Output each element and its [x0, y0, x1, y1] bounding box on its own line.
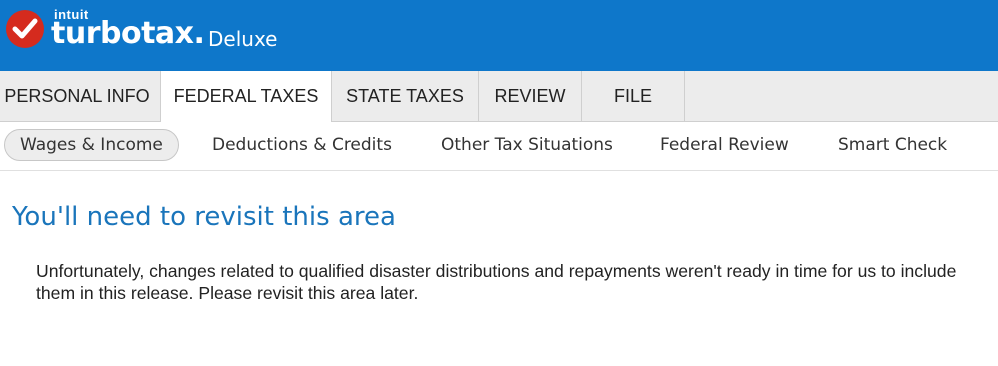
- subtab-wages-income[interactable]: Wages & Income: [4, 129, 179, 161]
- turbotax-logo-text: turbotax.: [51, 16, 205, 51]
- tab-personal-info[interactable]: PERSONAL INFO: [0, 71, 161, 121]
- app-header: intuit turbotax. Deluxe: [0, 0, 998, 71]
- tab-state-taxes[interactable]: STATE TAXES: [332, 71, 479, 121]
- tab-federal-taxes[interactable]: FEDERAL TAXES: [161, 71, 332, 122]
- page-title: You'll need to revisit this area: [12, 202, 396, 232]
- tab-file[interactable]: FILE: [582, 71, 685, 121]
- sub-navigation: Wages & Income Deductions & Credits Othe…: [0, 122, 998, 171]
- subtab-deductions-credits[interactable]: Deductions & Credits: [212, 129, 392, 161]
- info-message: Unfortunately, changes related to qualif…: [36, 261, 957, 303]
- subtab-smart-check[interactable]: Smart Check: [838, 129, 947, 161]
- product-edition: Deluxe: [208, 27, 278, 51]
- turbotax-check-logo-icon: [6, 10, 44, 48]
- main-tab-bar: PERSONAL INFO FEDERAL TAXES STATE TAXES …: [0, 71, 998, 122]
- subtab-federal-review[interactable]: Federal Review: [660, 129, 789, 161]
- subtab-other-tax-situations[interactable]: Other Tax Situations: [441, 129, 613, 161]
- tab-review[interactable]: REVIEW: [479, 71, 582, 121]
